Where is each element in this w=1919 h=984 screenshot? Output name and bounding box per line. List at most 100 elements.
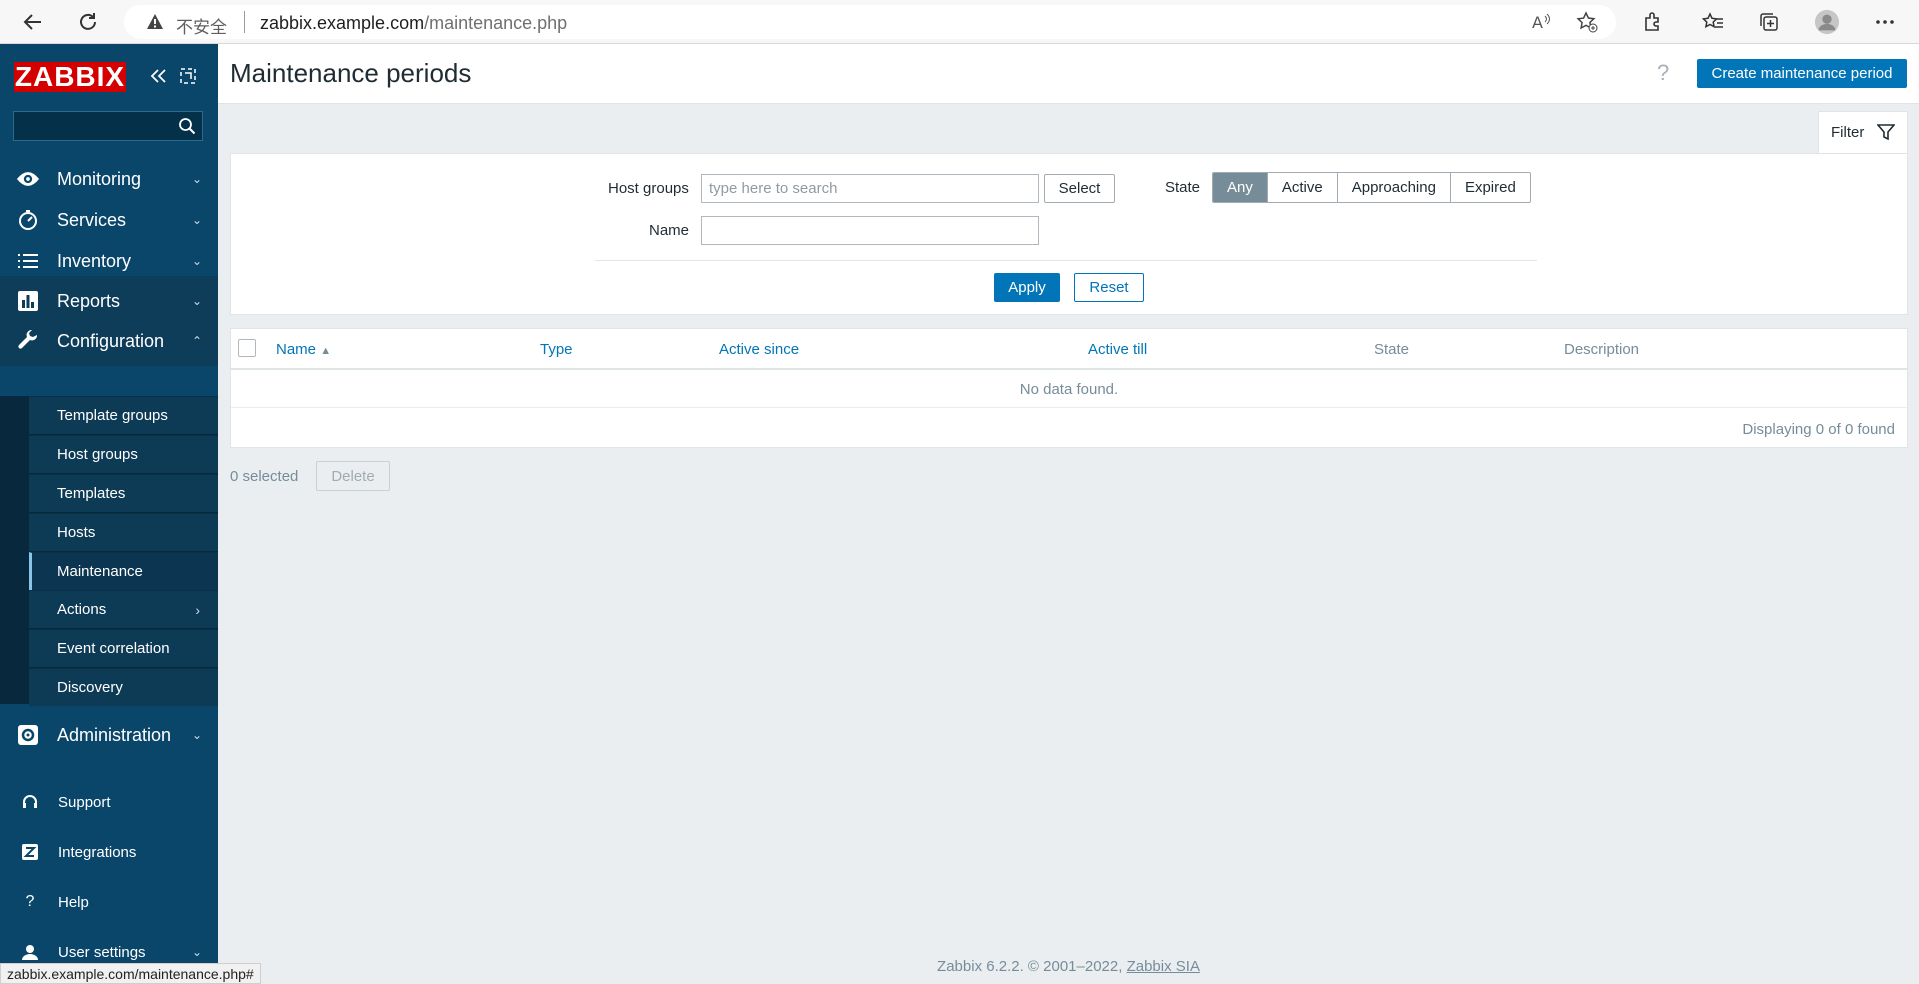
help-icon[interactable]: ?: [1657, 60, 1669, 86]
page-header: Maintenance periods ? Create maintenance…: [218, 44, 1919, 104]
column-type[interactable]: Type: [540, 341, 573, 358]
column-active-till[interactable]: Active till: [1088, 341, 1147, 358]
url-text: zabbix.example.com/maintenance.php: [260, 13, 567, 34]
menu-label: Configuration: [57, 330, 165, 351]
paging-info: Displaying 0 of 0 found: [1742, 421, 1895, 438]
column-active-since[interactable]: Active since: [719, 341, 799, 358]
footer-link[interactable]: Zabbix SIA: [1127, 958, 1200, 975]
column-name[interactable]: Name ▲: [276, 341, 331, 358]
menu-configuration[interactable]: Configuration ⌃: [0, 316, 218, 366]
sidebar: ZABBIX Monitoring ⌄ Services ⌄ Inventory…: [0, 44, 218, 984]
submenu-template-groups[interactable]: Template groups: [29, 396, 218, 434]
wrench-icon: [16, 329, 40, 353]
profile-avatar-icon[interactable]: [1814, 9, 1840, 35]
z-icon: [20, 844, 40, 860]
list-icon: [16, 249, 40, 273]
submenu-hosts[interactable]: Hosts: [29, 513, 218, 551]
name-input[interactable]: [701, 216, 1039, 245]
favorites-icon[interactable]: [1700, 9, 1726, 35]
submenu-host-groups[interactable]: Host groups: [29, 435, 218, 473]
selected-count: 0 selected: [230, 468, 299, 485]
create-maintenance-button[interactable]: Create maintenance period: [1697, 59, 1907, 88]
chevron-down-icon: ⌄: [191, 294, 202, 308]
add-favorite-icon[interactable]: [1574, 9, 1600, 35]
row-divider: [231, 407, 1907, 408]
browser-toolbar: 不安全 zabbix.example.com/maintenance.php A: [0, 0, 1919, 44]
filter-tab-label: Filter: [1831, 124, 1865, 141]
back-icon[interactable]: [18, 7, 48, 37]
chevron-down-icon: ⌄: [191, 945, 202, 959]
apply-button[interactable]: Apply: [994, 273, 1060, 302]
menu-label: Help: [58, 893, 89, 911]
menu-label: Integrations: [58, 843, 137, 861]
sidebar-search[interactable]: [13, 111, 203, 141]
state-label: State: [1165, 179, 1201, 196]
no-data-message: No data found.: [1019, 381, 1119, 398]
insecure-label: 不安全: [176, 18, 227, 38]
menu-label: Inventory: [57, 250, 132, 271]
host-groups-label: Host groups: [608, 180, 689, 197]
cog-icon: [16, 723, 40, 747]
sort-asc-icon: ▲: [320, 345, 332, 357]
menu-administration[interactable]: Administration ⌄: [0, 710, 218, 760]
host-groups-input[interactable]: [701, 174, 1039, 203]
menu-support[interactable]: Support: [0, 777, 218, 827]
configuration-submenu: Template groups Host groups Templates Ho…: [0, 396, 218, 706]
extensions-icon[interactable]: [1640, 9, 1666, 35]
eye-icon: [16, 167, 40, 191]
submenu-maintenance[interactable]: Maintenance: [29, 552, 218, 590]
zabbix-logo[interactable]: ZABBIX: [14, 62, 126, 92]
column-description: Description: [1564, 341, 1640, 358]
search-icon[interactable]: [178, 117, 196, 140]
column-state: State: [1374, 341, 1410, 358]
chevron-up-icon: ⌃: [191, 334, 202, 348]
header-divider: [231, 368, 1907, 370]
reset-button[interactable]: Reset: [1074, 273, 1144, 302]
submenu-actions-label: Actions: [57, 601, 107, 618]
stopwatch-icon: [16, 208, 40, 232]
bar-chart-icon: [16, 289, 40, 313]
host-groups-select-button[interactable]: Select: [1044, 174, 1115, 203]
kiosk-mode-icon[interactable]: [178, 66, 198, 86]
footer: Zabbix 6.2.2. © 2001–2022, Zabbix SIA: [218, 958, 1919, 975]
menu-label: Monitoring: [57, 168, 142, 189]
submenu-discovery[interactable]: Discovery: [29, 668, 218, 706]
state-option-active[interactable]: Active: [1268, 173, 1338, 202]
menu-label: Support: [58, 793, 111, 811]
delete-button: Delete: [316, 461, 390, 491]
chevron-down-icon: ⌄: [191, 213, 202, 227]
state-option-approaching[interactable]: Approaching: [1338, 173, 1451, 202]
state-option-expired[interactable]: Expired: [1451, 173, 1530, 202]
question-icon: ?: [25, 893, 35, 910]
maintenance-table: Name ▲ Type Active since Active till Sta…: [230, 328, 1908, 448]
url-path: /maintenance.php: [424, 13, 568, 33]
submenu-actions[interactable]: Actions ›: [29, 590, 218, 628]
footer-text: Zabbix 6.2.2. © 2001–2022,: [937, 958, 1127, 975]
read-aloud-icon[interactable]: A: [1528, 9, 1554, 35]
state-option-any[interactable]: Any: [1213, 173, 1268, 202]
collapse-sidebar-icon[interactable]: [148, 66, 168, 86]
column-name-label: Name: [276, 341, 317, 358]
menu-label: Reports: [57, 290, 121, 311]
filter-panel: Host groups Select Name State Any Active…: [230, 153, 1908, 315]
submenu-event-correlation[interactable]: Event correlation: [29, 629, 218, 667]
status-url-tooltip: zabbix.example.com/maintenance.php#: [0, 963, 261, 984]
menu-label: Services: [57, 209, 127, 230]
filter-tab[interactable]: Filter: [1818, 111, 1908, 154]
collections-icon[interactable]: [1756, 9, 1782, 35]
more-menu-icon[interactable]: [1872, 9, 1898, 35]
select-all-checkbox[interactable]: [238, 339, 256, 357]
search-input[interactable]: [14, 112, 172, 140]
svg-text:A: A: [1532, 13, 1543, 32]
chevron-down-icon: ⌄: [191, 254, 202, 268]
warning-icon: [146, 13, 164, 36]
menu-label: Administration: [57, 724, 172, 745]
filter-icon: [1876, 123, 1896, 145]
menu-help[interactable]: ? Help: [0, 877, 218, 927]
address-bar[interactable]: 不安全 zabbix.example.com/maintenance.php A: [124, 5, 1616, 39]
menu-integrations[interactable]: Integrations: [0, 827, 218, 877]
reload-icon[interactable]: [73, 7, 103, 37]
menu-label: User settings: [58, 943, 146, 961]
submenu-templates[interactable]: Templates: [29, 474, 218, 512]
chevron-down-icon: ⌄: [191, 172, 202, 186]
